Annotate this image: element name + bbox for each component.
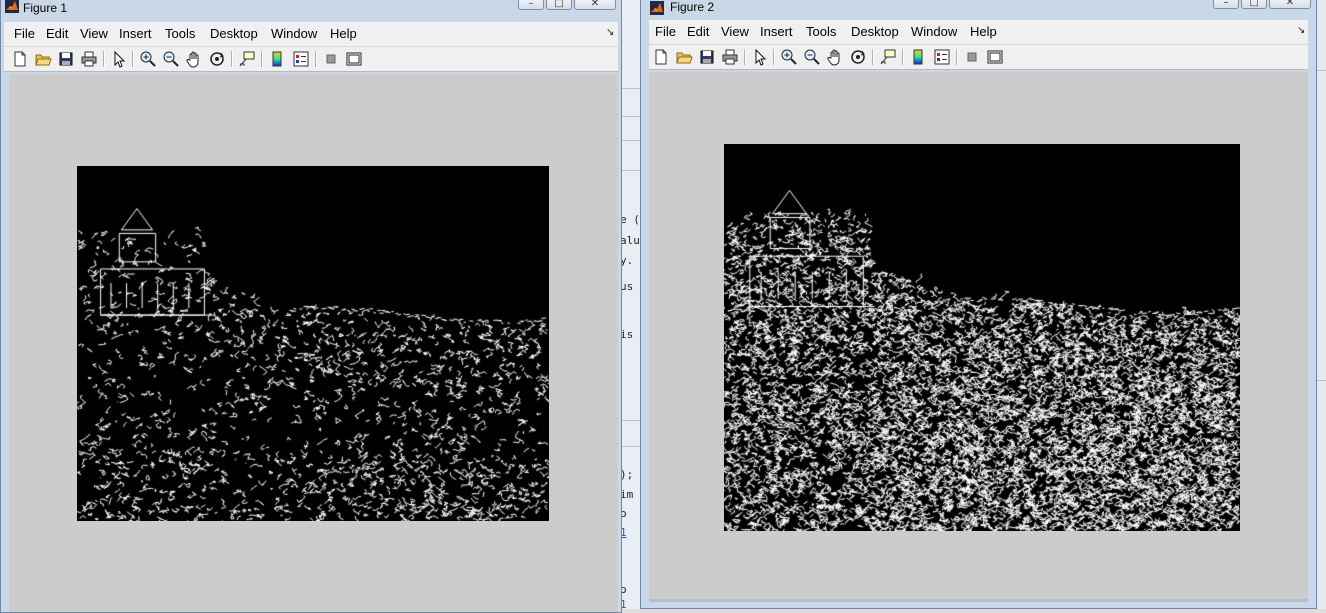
figure-2-titlebar[interactable]: Figure 2 – □ ✕	[641, 0, 1316, 15]
rotate-3d-icon[interactable]	[208, 50, 226, 68]
edit-plot-icon[interactable]	[751, 48, 769, 66]
figure-2-bottom-edge	[649, 599, 1308, 602]
show-plot-tools-icon[interactable]	[986, 48, 1004, 66]
command-text-fragment: alu	[620, 234, 640, 247]
figure-1-menubar: File Edit View Insert Tools Desktop Wind…	[4, 22, 618, 47]
minimize-button[interactable]: –	[1213, 0, 1239, 9]
menu-view[interactable]: View	[721, 24, 749, 39]
figure-1-title: Figure 1	[23, 1, 68, 15]
edge-image-dense	[724, 144, 1240, 531]
edit-plot-icon[interactable]	[110, 50, 128, 68]
save-figure-icon[interactable]	[57, 50, 75, 68]
command-text-fragment: e (	[620, 213, 640, 226]
dock-arrow-icon[interactable]: ↘	[1297, 25, 1305, 36]
menu-edit[interactable]: Edit	[46, 26, 68, 41]
menu-help[interactable]: Help	[970, 24, 997, 39]
new-figure-icon[interactable]	[11, 50, 29, 68]
zoom-out-icon[interactable]	[803, 48, 821, 66]
close-button[interactable]: ✕	[574, 0, 616, 10]
figure-1-toolbar	[4, 47, 618, 72]
open-file-icon[interactable]	[675, 48, 693, 66]
insert-legend-icon[interactable]	[933, 48, 951, 66]
menu-file[interactable]: File	[14, 26, 35, 41]
figure-1-titlebar[interactable]: Figure 1 – □ ✕	[1, 0, 621, 15]
hide-plot-tools-icon[interactable]	[322, 50, 340, 68]
maximize-button[interactable]: □	[546, 0, 572, 10]
menu-help[interactable]: Help	[330, 26, 357, 41]
insert-colorbar-icon[interactable]	[909, 48, 927, 66]
menu-file[interactable]: File	[655, 24, 676, 39]
open-file-icon[interactable]	[34, 50, 52, 68]
insert-legend-icon[interactable]	[292, 50, 310, 68]
figure-1-image-axes[interactable]	[77, 166, 549, 521]
menu-desktop[interactable]: Desktop	[851, 24, 899, 39]
print-figure-icon[interactable]	[721, 48, 739, 66]
save-figure-icon[interactable]	[698, 48, 716, 66]
zoom-in-icon[interactable]	[139, 50, 157, 68]
matlab-logo-icon	[650, 1, 664, 15]
show-plot-tools-icon[interactable]	[345, 50, 363, 68]
menu-window[interactable]: Window	[911, 24, 957, 39]
edge-image-sparse	[77, 166, 549, 521]
pan-icon[interactable]	[826, 48, 844, 66]
menu-insert[interactable]: Insert	[119, 26, 152, 41]
close-button[interactable]: ✕	[1269, 0, 1311, 9]
figure-2-window[interactable]: Figure 2 – □ ✕ File Edit View Insert Too…	[640, 0, 1317, 609]
data-cursor-icon[interactable]	[238, 50, 256, 68]
rotate-3d-icon[interactable]	[849, 48, 867, 66]
menu-tools[interactable]: Tools	[165, 26, 195, 41]
figure-2-canvas[interactable]	[649, 72, 1308, 599]
menu-edit[interactable]: Edit	[687, 24, 709, 39]
menu-view[interactable]: View	[80, 26, 108, 41]
background-window-edge	[1316, 0, 1326, 609]
figure-1-window[interactable]: Figure 1 – □ ✕ File Edit View Insert Too…	[0, 0, 622, 613]
insert-colorbar-icon[interactable]	[268, 50, 286, 68]
pan-icon[interactable]	[185, 50, 203, 68]
print-figure-icon[interactable]	[80, 50, 98, 68]
zoom-out-icon[interactable]	[162, 50, 180, 68]
menu-insert[interactable]: Insert	[760, 24, 793, 39]
zoom-in-icon[interactable]	[780, 48, 798, 66]
figure-2-title: Figure 2	[670, 0, 715, 14]
figure-2-toolbar	[649, 45, 1308, 70]
minimize-button[interactable]: –	[518, 0, 544, 10]
hide-plot-tools-icon[interactable]	[963, 48, 981, 66]
menu-window[interactable]: Window	[271, 26, 317, 41]
maximize-button[interactable]: □	[1241, 0, 1267, 9]
menu-desktop[interactable]: Desktop	[210, 26, 258, 41]
matlab-logo-icon	[5, 0, 19, 13]
new-figure-icon[interactable]	[652, 48, 670, 66]
figure-2-menubar: File Edit View Insert Tools Desktop Wind…	[649, 20, 1308, 45]
menu-tools[interactable]: Tools	[806, 24, 836, 39]
figure-2-image-axes[interactable]	[724, 144, 1240, 531]
dock-arrow-icon[interactable]: ↘	[606, 27, 614, 38]
figure-1-canvas[interactable]	[9, 74, 618, 612]
data-cursor-icon[interactable]	[879, 48, 897, 66]
